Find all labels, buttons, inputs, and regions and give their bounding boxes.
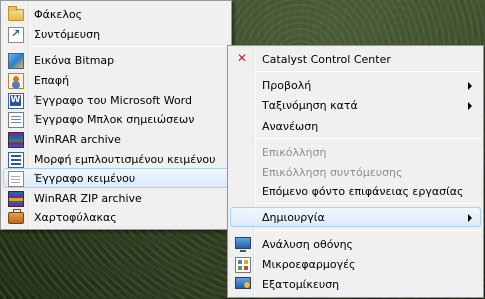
winrar-zip-icon bbox=[8, 191, 24, 207]
contact-icon bbox=[8, 73, 24, 89]
submenu-arrow-icon bbox=[468, 82, 472, 90]
text-document-icon bbox=[8, 171, 24, 187]
journal-document-icon bbox=[8, 112, 24, 128]
menu-item-catalyst-control-center[interactable]: Catalyst Control Center bbox=[230, 49, 481, 69]
menu-item-label: Εικόνα Bitmap bbox=[34, 54, 115, 67]
menu-item-label: Ανανέωση bbox=[262, 120, 319, 133]
menu-item-label: Επαφή bbox=[34, 74, 70, 87]
menu-item-label: Συντόμευση bbox=[34, 28, 101, 41]
menu-item-new[interactable]: Δημιουργία bbox=[230, 207, 481, 227]
menu-item-label: Έγγραφο του Microsoft Word bbox=[34, 94, 192, 107]
menu-item-new-winrar-archive[interactable]: WinRAR archive bbox=[3, 129, 229, 149]
menu-separator bbox=[255, 71, 481, 72]
menu-item-new-word-document[interactable]: Έγγραφο του Microsoft Word bbox=[3, 90, 229, 110]
word-document-icon bbox=[8, 93, 24, 109]
rich-text-document-icon bbox=[8, 152, 24, 168]
new-item-submenu: Φάκελος Συντόμευση Εικόνα Bitmap Επαφή Έ… bbox=[0, 0, 232, 230]
menu-item-new-shortcut[interactable]: Συντόμευση bbox=[3, 24, 229, 44]
menu-item-label: Επικόλληση bbox=[262, 146, 327, 159]
menu-item-screen-resolution[interactable]: Ανάλυση οθόνης bbox=[230, 234, 481, 254]
menu-item-new-folder[interactable]: Φάκελος bbox=[3, 4, 229, 24]
personalize-icon bbox=[235, 277, 251, 289]
briefcase-icon bbox=[8, 209, 24, 224]
menu-separator bbox=[255, 203, 481, 204]
catalyst-control-center-icon bbox=[235, 51, 251, 70]
menu-item-personalize[interactable]: Εξατομίκευση bbox=[230, 274, 481, 294]
menu-item-label: Προβολή bbox=[262, 79, 312, 92]
menu-item-new-winrar-zip[interactable]: WinRAR ZIP archive bbox=[3, 188, 229, 208]
shortcut-icon bbox=[8, 27, 24, 43]
menu-item-label: Ταξινόμηση κατά bbox=[262, 99, 358, 112]
menu-item-label: Δημιουργία bbox=[262, 211, 325, 224]
menu-item-new-rich-text-document[interactable]: Μορφή εμπλουτισμένου κειμένου bbox=[3, 149, 229, 169]
menu-item-label: Χαρτοφύλακας bbox=[34, 211, 117, 224]
menu-item-new-bitmap[interactable]: Εικόνα Bitmap bbox=[3, 50, 229, 70]
menu-item-label: Έγγραφο κειμένου bbox=[34, 172, 136, 185]
menu-item-refresh[interactable]: Ανανέωση bbox=[230, 116, 481, 136]
submenu-arrow-icon bbox=[468, 214, 472, 222]
menu-item-label: Catalyst Control Center bbox=[262, 53, 391, 66]
menu-item-label: Έγγραφο Μπλοκ σημειώσεων bbox=[34, 113, 195, 126]
menu-separator bbox=[255, 138, 481, 139]
submenu-arrow-icon bbox=[468, 102, 472, 110]
menu-item-new-text-document[interactable]: Έγγραφο κειμένου bbox=[3, 168, 229, 188]
menu-item-sort-by[interactable]: Ταξινόμηση κατά bbox=[230, 95, 481, 115]
menu-item-label: Φάκελος bbox=[34, 8, 83, 21]
menu-item-next-desktop-background[interactable]: Επόμενο φόντο επιφάνειας εργασίας bbox=[230, 181, 481, 201]
menu-item-label: Ανάλυση οθόνης bbox=[262, 238, 353, 251]
menu-separator bbox=[255, 230, 481, 231]
menu-item-label: WinRAR archive bbox=[34, 133, 121, 146]
menu-item-paste[interactable]: Επικόλληση bbox=[230, 142, 481, 162]
menu-item-label: Εξατομίκευση bbox=[262, 278, 340, 291]
bitmap-image-icon bbox=[8, 53, 24, 69]
menu-item-label: WinRAR ZIP archive bbox=[34, 192, 142, 205]
menu-item-label: Μικροεφαρμογές bbox=[262, 258, 356, 271]
desktop-context-menu: Catalyst Control Center Προβολή Ταξινόμη… bbox=[227, 45, 484, 298]
menu-item-paste-shortcut[interactable]: Επικόλληση συντόμευσης bbox=[230, 162, 481, 182]
menu-item-new-briefcase[interactable]: Χαρτοφύλακας bbox=[3, 207, 229, 227]
menu-item-new-journal-document[interactable]: Έγγραφο Μπλοκ σημειώσεων bbox=[3, 109, 229, 129]
winrar-archive-icon bbox=[8, 132, 24, 148]
menu-item-new-contact[interactable]: Επαφή bbox=[3, 70, 229, 90]
menu-item-label: Επικόλληση συντόμευσης bbox=[262, 166, 403, 179]
menu-item-label: Επόμενο φόντο επιφάνειας εργασίας bbox=[262, 185, 464, 198]
gadgets-icon bbox=[235, 257, 251, 273]
folder-icon bbox=[8, 6, 24, 21]
menu-item-view[interactable]: Προβολή bbox=[230, 75, 481, 95]
screen-resolution-icon bbox=[235, 237, 251, 252]
menu-separator bbox=[30, 46, 229, 47]
menu-item-label: Μορφή εμπλουτισμένου κειμένου bbox=[34, 153, 216, 166]
menu-item-gadgets[interactable]: Μικροεφαρμογές bbox=[230, 254, 481, 274]
